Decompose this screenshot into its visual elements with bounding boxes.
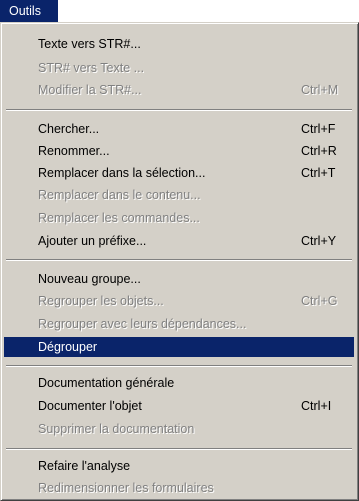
menu-item-label: Refaire l'analyse <box>38 459 131 473</box>
menu-separator <box>6 365 352 367</box>
menu-item-supprimer-documentation[interactable]: Supprimer la documentation <box>4 419 354 439</box>
menu-item-label: Remplacer dans la sélection... <box>38 166 206 180</box>
menu-item-label: Redimensionner les formulaires <box>38 481 214 495</box>
menu-item-shortcut: Ctrl+M <box>301 83 339 97</box>
menu-item-label: Ajouter un préfixe... <box>38 234 147 248</box>
dropdown-menu-outils: Texte vers STR#... STR# vers Texte ... M… <box>0 22 359 501</box>
menu-item-label: Supprimer la documentation <box>38 422 195 436</box>
menu-item-label: Nouveau groupe... <box>38 272 141 286</box>
menu-item-texte-vers-str[interactable]: Texte vers STR#... <box>4 34 354 54</box>
menu-item-label: Regrouper les objets... <box>38 294 164 308</box>
menu-item-label: Dégrouper <box>38 340 98 354</box>
menu-title-label: Outils <box>9 4 41 18</box>
menu-item-remplacer-selection[interactable]: Remplacer dans la sélection... Ctrl+T <box>4 163 354 183</box>
menu-title-outils[interactable]: Outils <box>0 0 58 22</box>
menu-item-shortcut: Ctrl+I <box>301 399 332 413</box>
menu-item-nouveau-groupe[interactable]: Nouveau groupe... <box>4 269 354 289</box>
menu-item-documentation-generale[interactable]: Documentation générale <box>4 373 354 393</box>
menu-separator <box>6 259 352 261</box>
menu-item-renommer[interactable]: Renommer... Ctrl+R <box>4 141 354 161</box>
menu-item-str-vers-texte[interactable]: STR# vers Texte ... <box>4 58 354 78</box>
menu-item-label: Remplacer dans le contenu... <box>38 188 201 202</box>
menu-item-degrouper[interactable]: Dégrouper <box>4 337 354 357</box>
menu-item-label: STR# vers Texte ... <box>38 61 145 75</box>
menu-item-shortcut: Ctrl+Y <box>301 234 337 248</box>
menu-item-shortcut: Ctrl+G <box>301 294 338 308</box>
menu-item-remplacer-contenu[interactable]: Remplacer dans le contenu... <box>4 185 354 205</box>
menu-item-shortcut: Ctrl+T <box>301 166 336 180</box>
menu-item-label: Texte vers STR#... <box>38 37 141 51</box>
menu-separator <box>6 109 352 111</box>
menu-item-label: Documenter l'objet <box>38 399 142 413</box>
menu-item-label: Chercher... <box>38 122 100 136</box>
menu-item-regrouper-dependances[interactable]: Regrouper avec leurs dépendances... <box>4 314 354 334</box>
menu-item-refaire-analyse[interactable]: Refaire l'analyse <box>4 456 354 476</box>
menu-item-label: Renommer... <box>38 144 110 158</box>
menu-separator <box>6 448 352 450</box>
menu-item-documenter-objet[interactable]: Documenter l'objet Ctrl+I <box>4 396 354 416</box>
menu-item-label: Regrouper avec leurs dépendances... <box>38 317 247 331</box>
menu-item-remplacer-commandes[interactable]: Remplacer les commandes... <box>4 208 354 228</box>
menu-item-modifier-str[interactable]: Modifier la STR#... Ctrl+M <box>4 80 354 100</box>
menu-item-ajouter-prefixe[interactable]: Ajouter un préfixe... Ctrl+Y <box>4 231 354 251</box>
menu-item-label: Modifier la STR#... <box>38 83 142 97</box>
menu-item-redimensionner-formulaires[interactable]: Redimensionner les formulaires <box>4 478 354 498</box>
menu-item-label: Documentation générale <box>38 376 175 390</box>
menu-item-regrouper-objets[interactable]: Regrouper les objets... Ctrl+G <box>4 291 354 311</box>
menu-item-shortcut: Ctrl+R <box>301 144 337 158</box>
menu-item-shortcut: Ctrl+F <box>301 122 336 136</box>
menu-item-label: Remplacer les commandes... <box>38 211 200 225</box>
menu-item-chercher[interactable]: Chercher... Ctrl+F <box>4 119 354 139</box>
